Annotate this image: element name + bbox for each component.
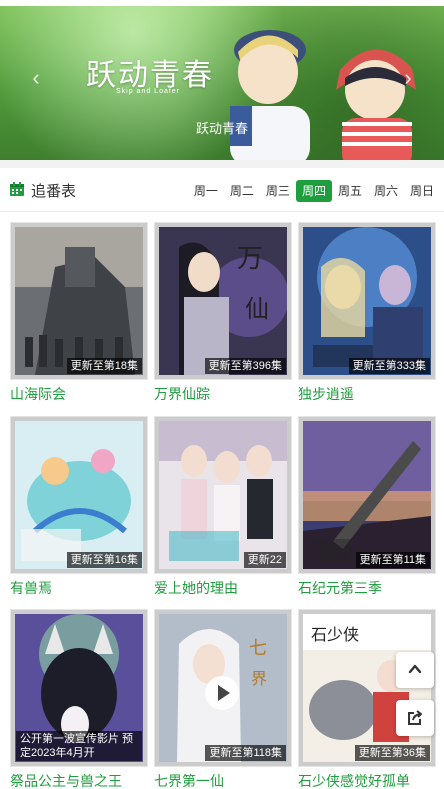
weekday-tabs: 周一 周二 周三 周四 周五 周六 周日 [188, 180, 440, 202]
banner-character-girl [336, 49, 416, 160]
calendar-icon [10, 182, 24, 196]
anime-cover-art [303, 421, 431, 569]
episode-badge: 更新22 [243, 552, 286, 568]
share-button[interactable] [396, 700, 434, 736]
banner-logo-subtitle: Skip and Loafer [116, 88, 181, 95]
episode-badge: 公开第一波宣传影片 预定2023年4月开 [16, 731, 142, 761]
anime-thumbnail[interactable]: 石少侠 更新至第36集 [298, 609, 436, 767]
anime-cover-art [159, 421, 287, 569]
episode-badge: 更新至第118集 [205, 745, 286, 761]
schedule-panel: 追番表 周一 周二 周三 周四 周五 周六 周日 更新至第18集 山海际会 万 … [0, 168, 444, 789]
anime-thumbnail[interactable]: 更新至第333集 [298, 222, 436, 380]
episode-badge: 更新至第11集 [355, 552, 430, 568]
banner-caption: 跃动青春 [195, 121, 248, 136]
anime-cover-art: 石少侠 [303, 614, 431, 762]
anime-title[interactable]: 七界第一仙 [154, 771, 224, 789]
chevron-up-icon [408, 664, 422, 674]
anime-title[interactable]: 独步逍遥 [298, 384, 354, 404]
anime-thumbnail[interactable]: 七 界 更新至第118集 [154, 609, 292, 767]
back-to-top-button[interactable] [396, 652, 434, 688]
anime-thumbnail[interactable]: 更新至第11集 [298, 416, 436, 574]
tab-sunday[interactable]: 周日 [404, 180, 440, 202]
anime-thumbnail[interactable]: 万 仙 更新至第396集 [154, 222, 292, 380]
episode-badge: 更新至第396集 [204, 358, 286, 374]
svg-text:石少侠: 石少侠 [311, 625, 359, 644]
svg-text:界: 界 [251, 669, 267, 688]
episode-badge: 更新至第36集 [354, 745, 430, 761]
anime-thumbnail[interactable]: 公开第一波宣传影片 预定2023年4月开 [10, 609, 148, 767]
svg-text:七: 七 [249, 638, 267, 659]
episode-badge: 更新至第333集 [348, 358, 430, 374]
tab-thursday[interactable]: 周四 [295, 180, 332, 202]
hero-banner[interactable]: 跃动青春 Skip and Loafer 跃动青春 ‹ › [0, 0, 444, 160]
anime-title[interactable]: 有兽焉 [10, 578, 52, 598]
anime-title[interactable]: 石纪元第三季 [298, 578, 382, 598]
status-strip [0, 0, 444, 6]
share-icon [408, 710, 422, 725]
play-icon[interactable] [205, 676, 239, 710]
anime-title[interactable]: 祭品公主与兽之王 [10, 771, 122, 789]
tab-friday[interactable]: 周五 [332, 180, 368, 202]
episode-badge: 更新至第16集 [66, 552, 142, 568]
schedule-header: 追番表 周一 周二 周三 周四 周五 周六 周日 [0, 168, 444, 212]
anime-cover-art [15, 227, 143, 375]
anime-title[interactable]: 爱上她的理由 [154, 578, 238, 598]
chevron-left-icon[interactable]: ‹ [26, 67, 46, 89]
anime-thumbnail[interactable]: 更新至第16集 [10, 416, 148, 574]
anime-thumbnail[interactable]: 更新22 [154, 416, 292, 574]
anime-title[interactable]: 山海际会 [10, 384, 66, 404]
schedule-title: 追番表 [31, 183, 77, 200]
anime-thumbnail[interactable]: 更新至第18集 [10, 222, 148, 380]
tab-saturday[interactable]: 周六 [368, 180, 404, 202]
tab-wednesday[interactable]: 周三 [260, 180, 296, 202]
anime-title[interactable]: 万界仙踪 [154, 384, 210, 404]
banner-character-boy [230, 30, 310, 160]
episode-badge: 更新至第18集 [66, 358, 142, 374]
anime-cover-art: 万 仙 [159, 227, 287, 375]
svg-text:仙: 仙 [245, 295, 269, 323]
svg-text:万: 万 [237, 244, 263, 274]
anime-cover-art [15, 421, 143, 569]
tab-tuesday[interactable]: 周二 [224, 180, 260, 202]
anime-title[interactable]: 石少侠感觉好孤单 [298, 771, 410, 789]
tab-monday[interactable]: 周一 [188, 180, 224, 202]
chevron-right-icon[interactable]: › [398, 67, 418, 89]
anime-cover-art [303, 227, 431, 375]
